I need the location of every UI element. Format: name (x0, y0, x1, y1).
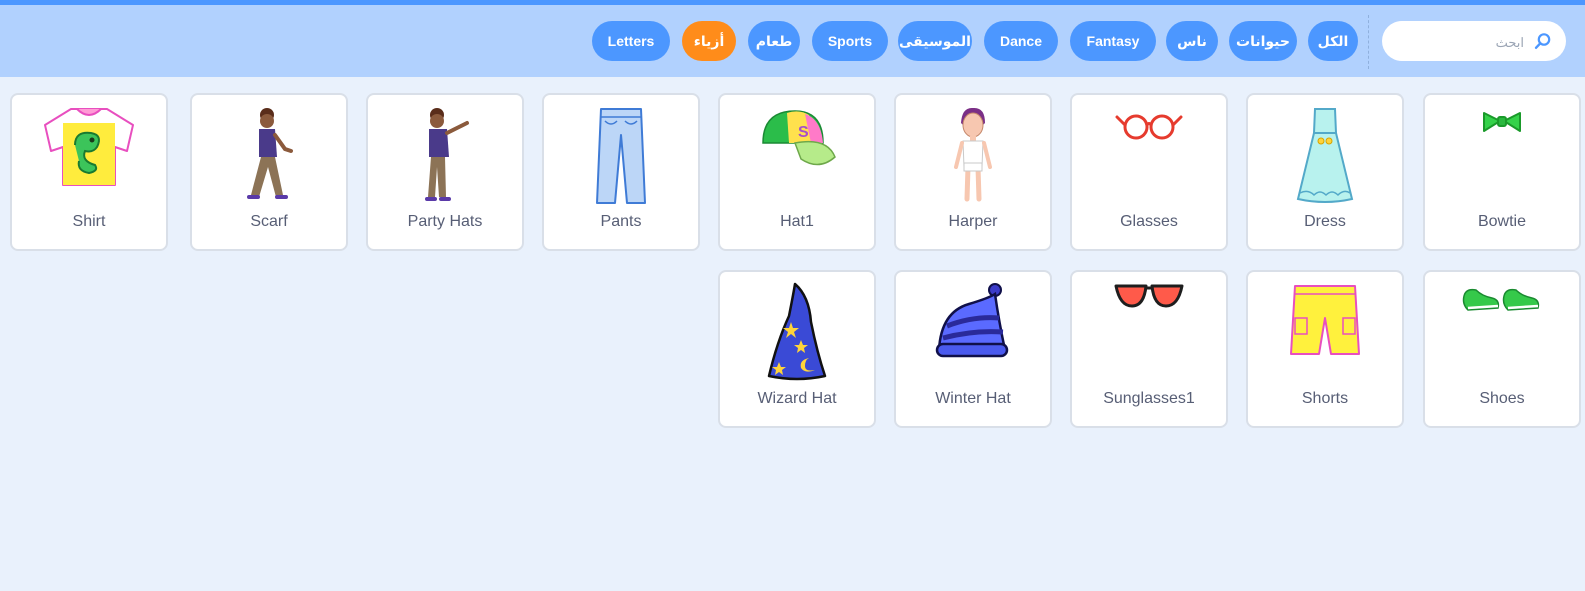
wizard-hat-icon (767, 282, 827, 381)
sprite-name: Shorts (1301, 390, 1349, 407)
sprite-card-shoes[interactable]: Shoes (1423, 270, 1581, 428)
tag-all[interactable]: الكل (1308, 21, 1358, 61)
pants-icon (596, 108, 646, 204)
filter-header: الكل حيوانات ناس Fantasy Dance الموسيقى … (0, 5, 1585, 77)
sprite-name: Scarf (250, 213, 288, 230)
tag-food[interactable]: طعام (748, 21, 800, 61)
glasses-icon (1115, 114, 1183, 140)
sprite-card-shorts[interactable]: Shorts (1246, 270, 1404, 428)
sprite-name: Party Hats (407, 213, 483, 230)
sprite-card-shirt[interactable]: Shirt (10, 93, 168, 251)
sprite-card-dress[interactable]: Dress (1246, 93, 1404, 251)
search-icon (1534, 33, 1551, 50)
shoes-icon (1462, 288, 1540, 311)
sprite-name: Shoes (1479, 390, 1525, 407)
header-divider (1368, 15, 1369, 69)
sprite-name: Winter Hat (935, 390, 1011, 407)
sprite-card-scarf[interactable]: Scarf (190, 93, 348, 251)
tag-dance[interactable]: Dance (984, 21, 1058, 61)
sprite-name: Hat1 (780, 213, 814, 230)
dress-icon (1296, 108, 1354, 203)
tag-people[interactable]: ناس (1166, 21, 1218, 61)
tag-fantasy[interactable]: Fantasy (1070, 21, 1156, 61)
sunglasses-icon (1114, 284, 1184, 308)
sprite-card-glasses[interactable]: Glasses (1070, 93, 1228, 251)
sprite-card-hat1[interactable]: S Hat1 (718, 93, 876, 251)
sprite-name: Pants (600, 213, 642, 230)
harper-icon (954, 107, 992, 202)
sprite-card-sunglasses1[interactable]: Sunglasses1 (1070, 270, 1228, 428)
tag-letters[interactable]: Letters (592, 21, 670, 61)
sprite-card-bowtie[interactable]: Bowtie (1423, 93, 1581, 251)
sprite-name: Shirt (72, 213, 106, 230)
sprite-name: Wizard Hat (757, 390, 837, 407)
tag-sports[interactable]: Sports (812, 21, 888, 61)
sprite-card-pants[interactable]: Pants (542, 93, 700, 251)
sprite-name: Harper (948, 213, 998, 230)
sprite-name: Glasses (1120, 213, 1178, 230)
cap-icon: S (762, 110, 836, 166)
sprite-name: Dress (1304, 213, 1346, 230)
tag-animals[interactable]: حيوانات (1229, 21, 1297, 61)
sprite-name: Sunglasses1 (1103, 390, 1195, 407)
tag-fashion[interactable]: أزياء (682, 21, 736, 61)
shirt-icon (44, 108, 134, 186)
winter-hat-icon (935, 283, 1009, 358)
bowtie-icon (1483, 112, 1521, 132)
tag-music[interactable]: الموسيقى (898, 21, 972, 61)
sprite-card-wizard-hat[interactable]: Wizard Hat (718, 270, 876, 428)
scarf-icon (247, 108, 293, 199)
sprite-card-harper[interactable]: Harper (894, 93, 1052, 251)
sprite-name: Bowtie (1477, 213, 1527, 230)
svg-text:S: S (798, 124, 809, 141)
sprite-card-winter-hat[interactable]: Winter Hat (894, 270, 1052, 428)
shorts-icon (1290, 285, 1360, 355)
sprite-card-party-hats[interactable]: Party Hats (366, 93, 524, 251)
party-hats-icon (425, 108, 469, 201)
search-box[interactable] (1382, 21, 1566, 63)
search-input[interactable] (1396, 21, 1526, 63)
